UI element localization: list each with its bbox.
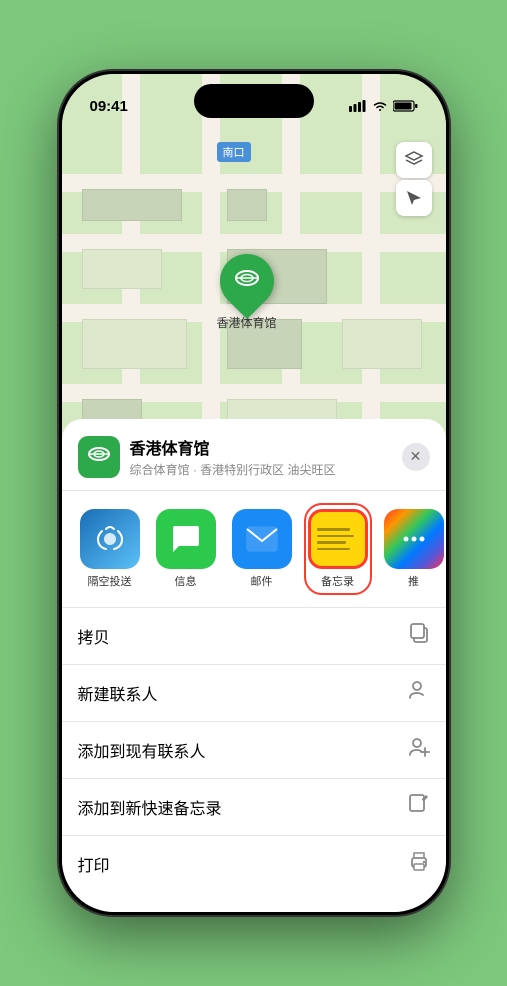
copy-icon [408, 622, 430, 650]
action-add-to-contact[interactable]: 添加到现有联系人 [62, 722, 446, 779]
location-venue-icon [78, 436, 120, 478]
airdrop-symbol [94, 523, 126, 555]
printer-symbol [408, 850, 430, 872]
share-item-airdrop[interactable]: 隔空投送 [78, 509, 142, 589]
more-dots-icon [400, 525, 428, 553]
print-label: 打印 [78, 852, 110, 876]
wifi-icon [372, 100, 388, 112]
close-button[interactable]: ✕ [402, 443, 430, 471]
new-contact-label: 新建联系人 [78, 681, 158, 705]
location-name: 香港体育馆 [130, 435, 402, 459]
map-layers-icon [404, 150, 424, 170]
add-to-contact-icon [408, 736, 430, 764]
person-add-symbol [408, 679, 430, 701]
more-label: 推 [408, 573, 419, 589]
quick-note-label: 添加到新快速备忘录 [78, 795, 222, 819]
messages-label: 信息 [175, 573, 197, 589]
map-type-button[interactable] [396, 142, 432, 178]
stadium-marker[interactable]: 香港体育馆 [217, 254, 277, 331]
battery-icon [393, 100, 418, 112]
notes-label: 备忘录 [321, 573, 354, 589]
status-icons [349, 100, 418, 112]
share-item-notes[interactable]: 备忘录 [306, 505, 370, 593]
share-item-messages[interactable]: 信息 [154, 509, 218, 589]
new-contact-icon [408, 679, 430, 707]
messages-icon [156, 509, 216, 569]
phone-frame: 09:41 [59, 71, 449, 915]
map-controls [396, 142, 432, 216]
messages-symbol [169, 522, 203, 556]
dynamic-island [194, 84, 314, 118]
map-entrance-label: 南口 [217, 142, 251, 162]
location-button[interactable] [396, 180, 432, 216]
airdrop-icon [80, 509, 140, 569]
mail-label: 邮件 [251, 573, 273, 589]
share-row: 隔空投送 信息 [62, 491, 446, 608]
action-new-contact[interactable]: 新建联系人 [62, 665, 446, 722]
location-header: 香港体育馆 综合体育馆 · 香港特别行政区 油尖旺区 ✕ [62, 419, 446, 491]
add-to-contact-label: 添加到现有联系人 [78, 738, 206, 762]
share-item-more[interactable]: 推 [382, 509, 446, 589]
airdrop-label: 隔空投送 [88, 573, 132, 589]
person-badge-plus-symbol [408, 736, 430, 758]
stadium-icon [234, 265, 260, 291]
copy-symbol [408, 622, 430, 644]
location-arrow-icon [405, 189, 423, 207]
location-subtitle: 综合体育馆 · 香港特别行政区 油尖旺区 [130, 461, 402, 478]
notes-icon [308, 509, 368, 569]
location-info: 香港体育馆 综合体育馆 · 香港特别行政区 油尖旺区 [130, 435, 402, 478]
signal-icon [349, 100, 367, 112]
mail-symbol [245, 525, 279, 553]
venue-stadium-icon [87, 442, 111, 466]
action-quick-note[interactable]: 添加到新快速备忘录 [62, 779, 446, 836]
copy-label: 拷贝 [78, 624, 110, 648]
quick-note-icon [408, 793, 430, 821]
action-copy[interactable]: 拷贝 [62, 608, 446, 665]
mail-icon [232, 509, 292, 569]
share-item-mail[interactable]: 邮件 [230, 509, 294, 589]
phone-screen: 09:41 [62, 74, 446, 912]
print-icon [408, 850, 430, 878]
more-share-icon [384, 509, 444, 569]
status-time: 09:41 [90, 98, 128, 115]
bottom-sheet: 香港体育馆 综合体育馆 · 香港特别行政区 油尖旺区 ✕ [62, 419, 446, 912]
square-pencil-symbol [408, 793, 430, 815]
action-print[interactable]: 打印 [62, 836, 446, 892]
